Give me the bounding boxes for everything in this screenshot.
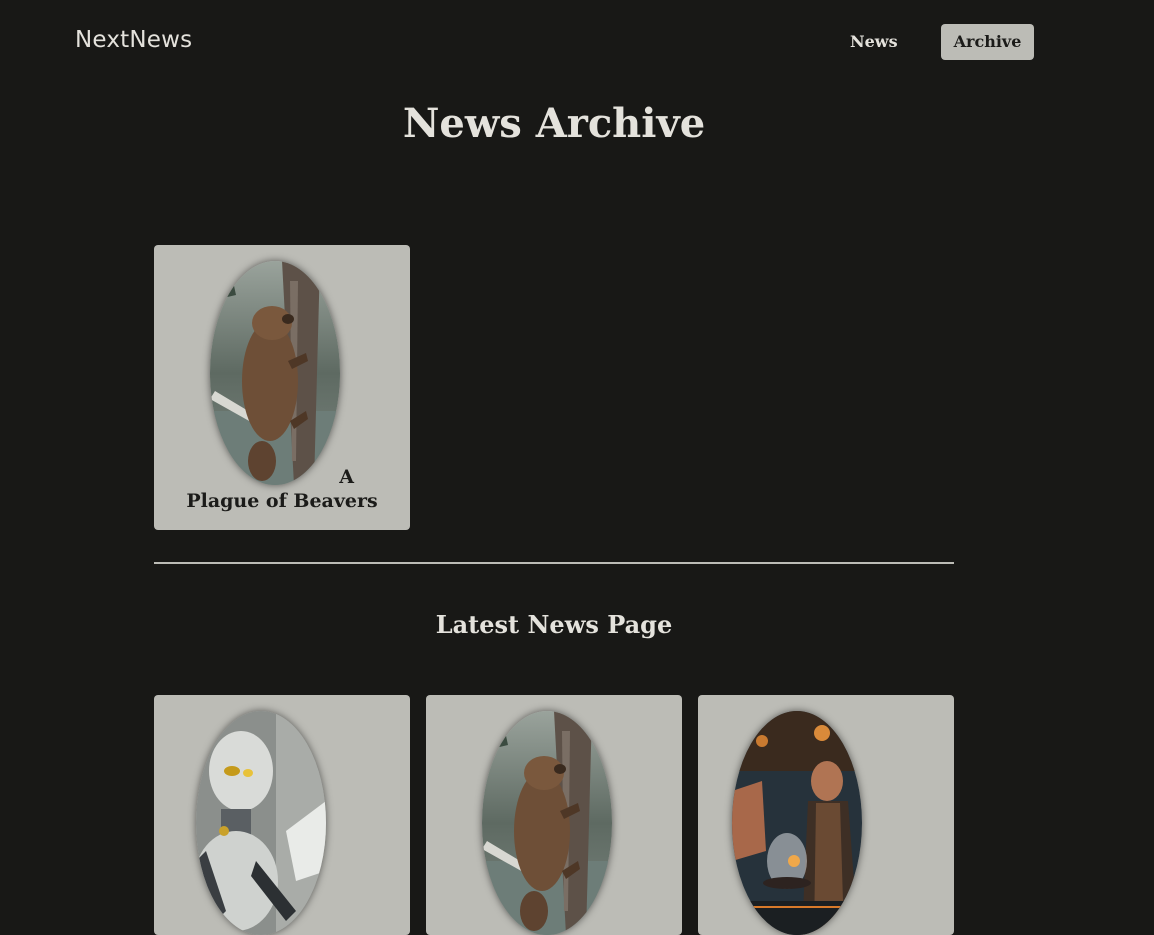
- latest-news-card[interactable]: [154, 695, 410, 935]
- section-divider: [154, 562, 954, 564]
- latest-news-card[interactable]: [698, 695, 954, 935]
- chef-image: [732, 711, 862, 935]
- robot-image: [196, 711, 326, 935]
- card-title-line2[interactable]: Plague of Beavers: [184, 489, 380, 513]
- beaver-image: [482, 711, 612, 935]
- latest-news-card[interactable]: [426, 695, 682, 935]
- page-title: News Archive: [402, 100, 706, 147]
- latest-news-heading: Latest News Page: [435, 610, 673, 639]
- beaver-image: [210, 261, 340, 485]
- archive-news-card[interactable]: A Plague of Beavers: [154, 245, 410, 530]
- nav-link-news[interactable]: News: [835, 24, 913, 60]
- nav-link-archive[interactable]: Archive: [941, 24, 1034, 60]
- site-header: NextNews News Archive: [0, 0, 1154, 84]
- site-logo[interactable]: NextNews: [75, 27, 192, 53]
- card-title-line1[interactable]: A: [184, 465, 354, 489]
